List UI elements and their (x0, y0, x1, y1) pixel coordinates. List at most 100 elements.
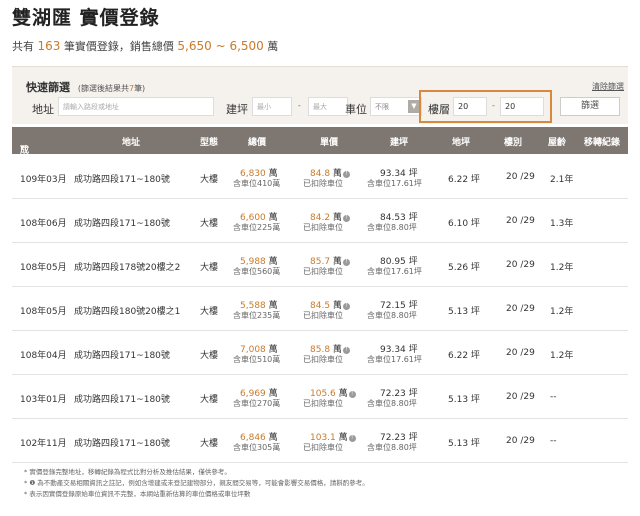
area-max-input[interactable]: 最大 (308, 97, 348, 116)
cell-area-note: 含車位17.61坪 (367, 355, 422, 364)
cell-age: 1.3年 (550, 219, 574, 229)
floor-max-input[interactable]: 20 (500, 97, 544, 116)
info-icon[interactable]: ! (342, 303, 350, 310)
cell-type: 大樓 (200, 219, 219, 229)
footnote: * ❶ 為不動產交易相關資訊之註記，例如含增建或未登記建物部分，親友間交易等，可… (24, 479, 369, 487)
cell-address: 成功路四段171~180號 (74, 395, 170, 405)
cell-land: 5.13 坪 (448, 304, 480, 317)
land-unit: 坪 (470, 439, 480, 449)
cell-land: 6.22 坪 (448, 348, 480, 361)
info-icon[interactable]: ! (342, 347, 350, 354)
cell-floor: 20 /29 (506, 348, 535, 358)
cell-total-note: 含車位510萬 (233, 355, 281, 364)
info-icon[interactable]: ! (342, 215, 350, 222)
header-floor: 樓別 (504, 138, 523, 148)
cell-type: 大樓 (200, 307, 219, 317)
cell-floor: 20 /29 (506, 304, 535, 314)
cell-total-note: 含車位235萬 (233, 311, 281, 320)
cell-date: 108年05月 (20, 307, 67, 317)
header-area: 建坪 (390, 138, 409, 148)
land-value: 5.13 (448, 307, 469, 317)
info-icon[interactable]: ! (342, 171, 350, 178)
cell-address: 成功路四段171~180號 (74, 219, 170, 229)
cell-address: 成功路四段171~180號 (74, 351, 170, 361)
table-row[interactable]: 108年05月 成功路四段180號20樓之1 大樓 5,588 萬含車位235萬 84.… (12, 287, 628, 331)
floor-min-input[interactable]: 20 (453, 97, 487, 116)
filter-title: 快速篩選 (篩選後結果共7筆) (26, 79, 145, 95)
cell-date: 108年04月 (20, 351, 67, 361)
cell-area-note: 含車位8.80坪 (367, 399, 417, 408)
cell-age: -- (550, 392, 557, 402)
cell-type: 大樓 (200, 175, 219, 185)
summary-line: 共有 163 筆實價登錄，銷售總價 5,650 ~ 6,500 萬 (12, 38, 630, 54)
cell-total-note: 含車位560萬 (233, 267, 281, 276)
header-total: 總價 (248, 138, 267, 148)
cell-age: 1.2年 (550, 263, 574, 273)
table-row[interactable]: 109年03月 成功路四段171~180號 大樓 6,830 萬含車位410萬 84.8… (12, 155, 628, 199)
info-icon[interactable]: ! (348, 435, 356, 442)
table-row[interactable]: 103年01月 成功路四段171~180號 大樓 6,969 萬含車位270萬 105.… (12, 375, 628, 419)
table-row[interactable]: 108年04月 成功路四段171~180號 大樓 7,008 萬含車位510萬 85.8… (12, 331, 628, 375)
area-min-input[interactable]: 最小 (252, 97, 292, 116)
parking-select-value: 不限 (375, 103, 389, 111)
land-value: 6.22 (448, 351, 469, 361)
cell-unit-note: 已扣除車位 (303, 179, 343, 188)
cell-type: 大樓 (200, 439, 219, 449)
header-type: 型態 (200, 138, 219, 148)
header-age: 屋齡 (548, 138, 567, 148)
cell-age: 1.2年 (550, 307, 574, 317)
cell-floor: 20 /29 (506, 260, 535, 270)
floor-dash: - (492, 101, 495, 110)
filter-result-suffix: 筆) (134, 84, 146, 93)
cell-land: 6.22 坪 (448, 172, 480, 185)
cell-address: 成功路四段171~180號 (74, 439, 170, 449)
address-input[interactable]: 請輸入路段或地址 (58, 97, 214, 116)
cell-land: 5.26 坪 (448, 260, 480, 273)
cell-land: 5.13 坪 (448, 436, 480, 449)
filter-button[interactable]: 篩選 (560, 97, 620, 116)
table-header: 成交年月 ▾ 地址 型態 總價 單價 建坪 地坪 樓別 屋齡 移轉紀錄 (12, 127, 628, 195)
cell-floor: 20 /29 (506, 172, 535, 182)
cell-date: 103年01月 (20, 395, 67, 405)
cell-age: -- (550, 436, 557, 446)
page-header: 雙湖匯 實價登錄 共有 163 筆實價登錄，銷售總價 5,650 ~ 6,500… (0, 0, 640, 60)
cell-type: 大樓 (200, 351, 219, 361)
cell-total-note: 含車位225萬 (233, 223, 281, 232)
cell-floor: 20 /29 (506, 392, 535, 402)
cell-unit-note: 已扣除車位 (303, 267, 343, 276)
cell-area-note: 含車位8.80坪 (367, 311, 417, 320)
cell-total-note: 含車位270萬 (233, 399, 281, 408)
info-icon[interactable]: ! (342, 259, 350, 266)
cell-address: 成功路四段178號20樓之2 (74, 263, 181, 273)
cell-total-note: 含車位305萬 (233, 443, 281, 452)
land-unit: 坪 (470, 395, 480, 405)
record-count: 163 (37, 39, 61, 53)
cell-address: 成功路四段171~180號 (74, 175, 170, 185)
cell-address: 成功路四段180號20樓之1 (74, 307, 181, 317)
cell-type: 大樓 (200, 395, 219, 405)
cell-area-note: 含車位8.80坪 (367, 223, 417, 232)
cell-land: 5.13 坪 (448, 392, 480, 405)
cell-date: 102年11月 (20, 439, 67, 449)
cell-unit-note: 已扣除車位 (303, 223, 343, 232)
clear-filter-link[interactable]: 清除篩選 (592, 81, 624, 92)
land-unit: 坪 (470, 175, 480, 185)
land-unit: 坪 (470, 351, 480, 361)
cell-land: 6.10 坪 (448, 216, 480, 229)
table-row[interactable]: 108年05月 成功路四段178號20樓之2 大樓 5,988 萬含車位560萬 85.… (12, 243, 628, 287)
footnote: * 表示因實價登錄原始車位資訊不完整，本網站重新估算的車位價格或車位坪數 (24, 490, 251, 498)
summary-suffix: 萬 (267, 40, 279, 53)
header-address: 地址 (122, 138, 141, 148)
header-land: 地坪 (452, 138, 471, 148)
cell-floor: 20 /29 (506, 436, 535, 446)
footnote: * 實價登錄完整地址，移轉紀錄為程式比對分析及推估結果，僅供參考。 (24, 468, 231, 476)
land-unit: 坪 (470, 219, 480, 229)
land-value: 6.22 (448, 175, 469, 185)
table-row[interactable]: 102年11月 成功路四段171~180號 大樓 6,846 萬含車位305萬 103.… (12, 419, 628, 463)
land-value: 5.13 (448, 395, 469, 405)
cell-date: 108年05月 (20, 263, 67, 273)
info-icon[interactable]: ! (348, 391, 356, 398)
page-title: 雙湖匯 實價登錄 (12, 7, 160, 29)
parking-select[interactable]: 不限 ▼ (370, 97, 422, 116)
table-row[interactable]: 108年06月 成功路四段171~180號 大樓 6,600 萬含車位225萬 84.2… (12, 199, 628, 243)
